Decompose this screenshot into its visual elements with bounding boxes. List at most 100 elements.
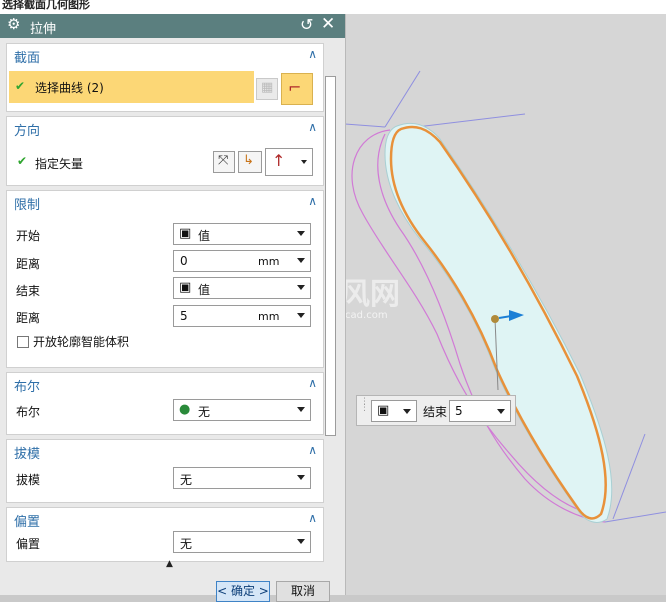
end-unit: mm bbox=[258, 310, 280, 323]
section-group: 截面 ∧ ✔ 选择曲线 (2) ▦ ⌐ bbox=[6, 43, 324, 112]
end-label: 结束 bbox=[16, 284, 41, 298]
start-unit: mm bbox=[258, 255, 280, 268]
collapse-caret-icon[interactable]: ∧ bbox=[308, 376, 317, 390]
float-end-input[interactable]: 5 bbox=[449, 400, 511, 422]
cube-icon: ▣ bbox=[377, 403, 390, 418]
end-type-dropdown[interactable]: ▣ 值 bbox=[173, 277, 311, 299]
drag-grip-icon[interactable]: ⋮ ⋮ bbox=[360, 398, 369, 413]
axis-line bbox=[612, 433, 646, 520]
dropdown-arrow-icon bbox=[301, 160, 307, 164]
curve-select-button[interactable]: ⌐ bbox=[281, 73, 313, 105]
boolean-dropdown[interactable]: ● 无 bbox=[173, 399, 311, 421]
vector-icon: ↳ bbox=[243, 153, 254, 168]
boolean-value: 无 bbox=[198, 405, 211, 419]
end-distance-value: 5 bbox=[180, 309, 188, 323]
start-type-dropdown[interactable]: ▣ 值 bbox=[173, 223, 311, 245]
offset-group: 偏置 ∧ 偏置 无 bbox=[6, 507, 324, 562]
draft-dropdown[interactable]: 无 bbox=[173, 467, 311, 489]
end-distance-input[interactable]: 5 mm bbox=[173, 305, 311, 327]
open-profile-label: 开放轮廓智能体积 bbox=[33, 335, 130, 349]
dropdown-arrow-icon bbox=[297, 258, 305, 263]
cancel-button[interactable]: 取消 bbox=[276, 581, 330, 602]
offset-label: 偏置 bbox=[16, 537, 41, 551]
dialog-titlebar: ⚙ 拉伸 ↺ ✕ bbox=[0, 14, 345, 38]
z-axis-icon: ↑ bbox=[272, 151, 286, 170]
collapse-caret-icon[interactable]: ∧ bbox=[308, 47, 317, 61]
start-type-value: 值 bbox=[198, 229, 211, 243]
boolean-label: 布尔 bbox=[16, 405, 41, 419]
reset-icon[interactable]: ↺ bbox=[300, 15, 313, 34]
float-end-value: 5 bbox=[455, 404, 463, 418]
end-type-value: 值 bbox=[198, 283, 211, 297]
sketch-icon: ▦ bbox=[261, 80, 274, 95]
limits-header[interactable]: 限制 bbox=[14, 194, 40, 213]
boolean-group: 布尔 ∧ 布尔 ● 无 bbox=[6, 372, 324, 435]
start-label: 开始 bbox=[16, 229, 41, 243]
offset-header[interactable]: 偏置 bbox=[14, 511, 40, 530]
offset-value: 无 bbox=[180, 537, 193, 551]
window-caption-bar: 选择截面几何图形 bbox=[0, 0, 666, 14]
end-distance-label: 距离 bbox=[16, 311, 41, 325]
check-icon: ✔ bbox=[17, 154, 28, 168]
model-view[interactable]: 沐风网 www.mfcad.com bbox=[345, 14, 666, 595]
graphics-viewport[interactable]: 沐风网 www.mfcad.com bbox=[345, 14, 666, 595]
offset-dropdown[interactable]: 无 bbox=[173, 531, 311, 553]
dropdown-arrow-icon bbox=[297, 539, 305, 544]
extrude-dialog: ⚙ 拉伸 ↺ ✕ 截面 ∧ ✔ 选择曲线 (2) ▦ ⌐ 方向 ∧ ✔ 指定矢量… bbox=[0, 14, 346, 602]
gear-icon[interactable]: ⚙ bbox=[7, 15, 20, 33]
start-distance-label: 距离 bbox=[16, 257, 41, 271]
specify-vector-label: 指定矢量 bbox=[35, 157, 84, 171]
scrollbar-thumb[interactable] bbox=[325, 76, 336, 436]
watermark-url: www.mfcad.com bbox=[345, 310, 388, 321]
dropdown-arrow-icon bbox=[297, 475, 305, 480]
collapse-caret-icon[interactable]: ∧ bbox=[308, 443, 317, 457]
curve-icon: ⌐ bbox=[288, 78, 302, 97]
cube-icon: ▣ bbox=[179, 226, 192, 241]
watermark-text: 沐风网 bbox=[345, 277, 400, 312]
dropdown-arrow-icon bbox=[297, 313, 305, 318]
ok-button[interactable]: < 确定 > bbox=[216, 581, 270, 602]
sketch-section-button[interactable]: ▦ bbox=[256, 78, 278, 100]
dropdown-arrow-icon bbox=[403, 409, 411, 414]
axis-line bbox=[384, 70, 421, 128]
reverse-direction-icon: ⤧ bbox=[218, 153, 229, 168]
start-distance-input[interactable]: 0 mm bbox=[173, 250, 311, 272]
collapse-caret-icon[interactable]: ∧ bbox=[308, 511, 317, 525]
collapse-caret-icon[interactable]: ∧ bbox=[308, 120, 317, 134]
window-caption: 选择截面几何图形 bbox=[2, 0, 90, 11]
boolean-none-icon: ● bbox=[179, 402, 191, 417]
draft-value: 无 bbox=[180, 473, 193, 487]
close-icon[interactable]: ✕ bbox=[321, 14, 335, 34]
select-curve-label: 选择曲线 (2) bbox=[35, 81, 104, 95]
direction-header[interactable]: 方向 bbox=[14, 120, 40, 139]
axis-line bbox=[345, 123, 386, 128]
vector-type-dropdown[interactable]: ↑ bbox=[265, 148, 313, 176]
dropdown-arrow-icon bbox=[297, 231, 305, 236]
limits-group: 限制 ∧ 开始 ▣ 值 距离 0 mm 结束 ▣ 值 距离 5 mm 开放轮廓智… bbox=[6, 190, 324, 368]
direction-group: 方向 ∧ ✔ 指定矢量 ⤧ ↳ ↑ bbox=[6, 116, 324, 186]
dropdown-arrow-icon bbox=[297, 285, 305, 290]
drag-handle[interactable] bbox=[491, 315, 499, 323]
dropdown-arrow-icon bbox=[297, 407, 305, 412]
draft-group: 拔模 ∧ 拔模 无 bbox=[6, 439, 324, 503]
draft-header[interactable]: 拔模 bbox=[14, 443, 40, 462]
float-type-dropdown[interactable]: ▣ bbox=[371, 400, 417, 422]
collapse-caret-icon[interactable]: ∧ bbox=[308, 194, 317, 208]
vector-dialog-button[interactable]: ↳ bbox=[238, 151, 262, 173]
check-icon: ✔ bbox=[15, 79, 26, 93]
end-distance-float-bar: ⋮ ⋮ ▣ 结束 5 bbox=[356, 395, 516, 426]
open-profile-checkbox[interactable] bbox=[17, 336, 29, 348]
dialog-title: 拉伸 bbox=[30, 22, 57, 37]
dialog-scrollbar[interactable] bbox=[324, 58, 338, 573]
dropdown-arrow-icon bbox=[497, 409, 505, 414]
draft-label: 拔模 bbox=[16, 473, 41, 487]
boolean-header[interactable]: 布尔 bbox=[14, 376, 40, 395]
cube-icon: ▣ bbox=[179, 280, 192, 295]
select-curve-row[interactable]: ✔ 选择曲线 (2) bbox=[9, 71, 254, 103]
more-options-caret-icon[interactable]: ▲ bbox=[166, 559, 173, 569]
extrude-body[interactable] bbox=[384, 122, 613, 523]
start-distance-value: 0 bbox=[180, 254, 188, 268]
section-header[interactable]: 截面 bbox=[14, 47, 40, 66]
float-end-label: 结束 bbox=[423, 405, 448, 419]
reverse-direction-button[interactable]: ⤧ bbox=[213, 151, 235, 173]
